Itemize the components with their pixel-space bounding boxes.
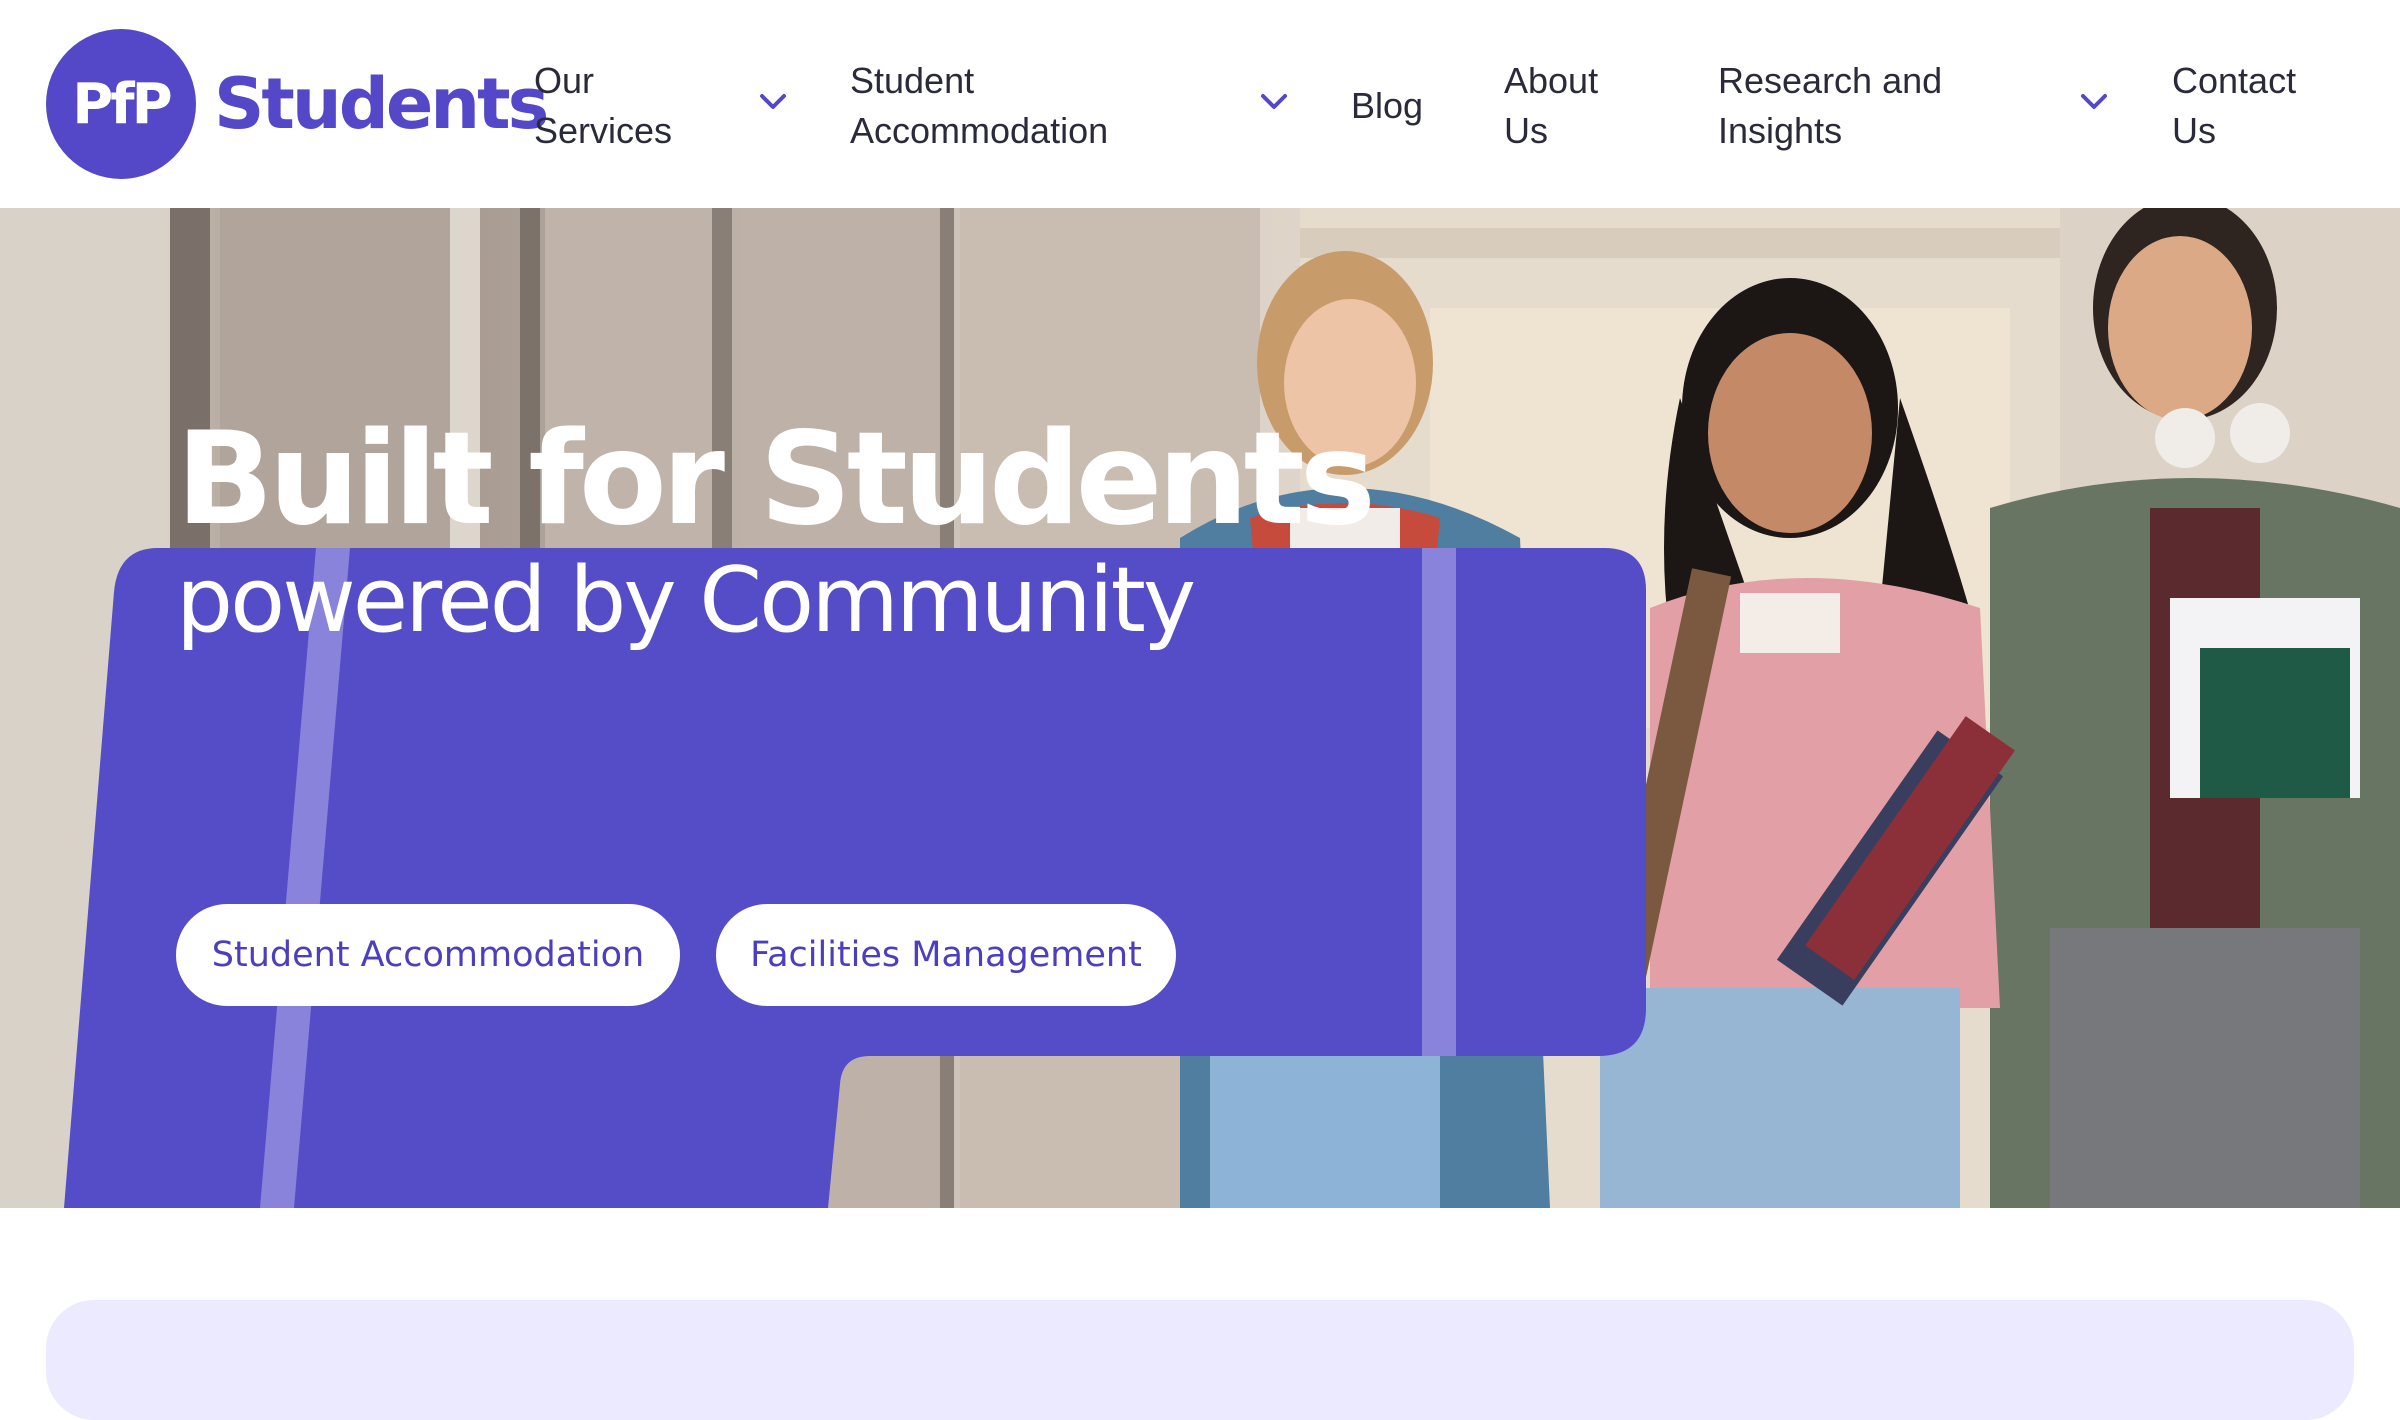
- hero-section: Built for Students powered by Community …: [0, 208, 2400, 1208]
- facilities-management-button[interactable]: Facilities Management: [716, 904, 1176, 1006]
- nav-item-our-services[interactable]: Our Services: [534, 56, 672, 156]
- student-accommodation-button[interactable]: Student Accommodation: [176, 904, 680, 1006]
- nav-item-blog[interactable]: Blog: [1351, 81, 1423, 131]
- logo-mark[interactable]: PfP: [46, 29, 196, 179]
- chevron-down-icon[interactable]: [758, 90, 788, 114]
- content-panel: [46, 1300, 2354, 1420]
- nav-item-student-accommodation[interactable]: Student Accommodation: [850, 56, 1108, 156]
- hero-title: Built for Students: [176, 405, 1376, 554]
- site-header: PfP Students Our Services Student Accomm…: [0, 0, 2400, 208]
- nav-item-research-insights[interactable]: Research and Insights: [1718, 56, 1942, 156]
- hero-subtitle: powered by Community: [176, 548, 1196, 653]
- hero-card: [64, 548, 1646, 1208]
- chevron-down-icon[interactable]: [1259, 90, 1289, 114]
- chevron-down-icon[interactable]: [2079, 90, 2109, 114]
- nav-item-contact-us[interactable]: Contact Us: [2172, 56, 2296, 156]
- logo-wordmark[interactable]: Students: [214, 58, 549, 150]
- nav-item-about-us[interactable]: About Us: [1504, 56, 1598, 156]
